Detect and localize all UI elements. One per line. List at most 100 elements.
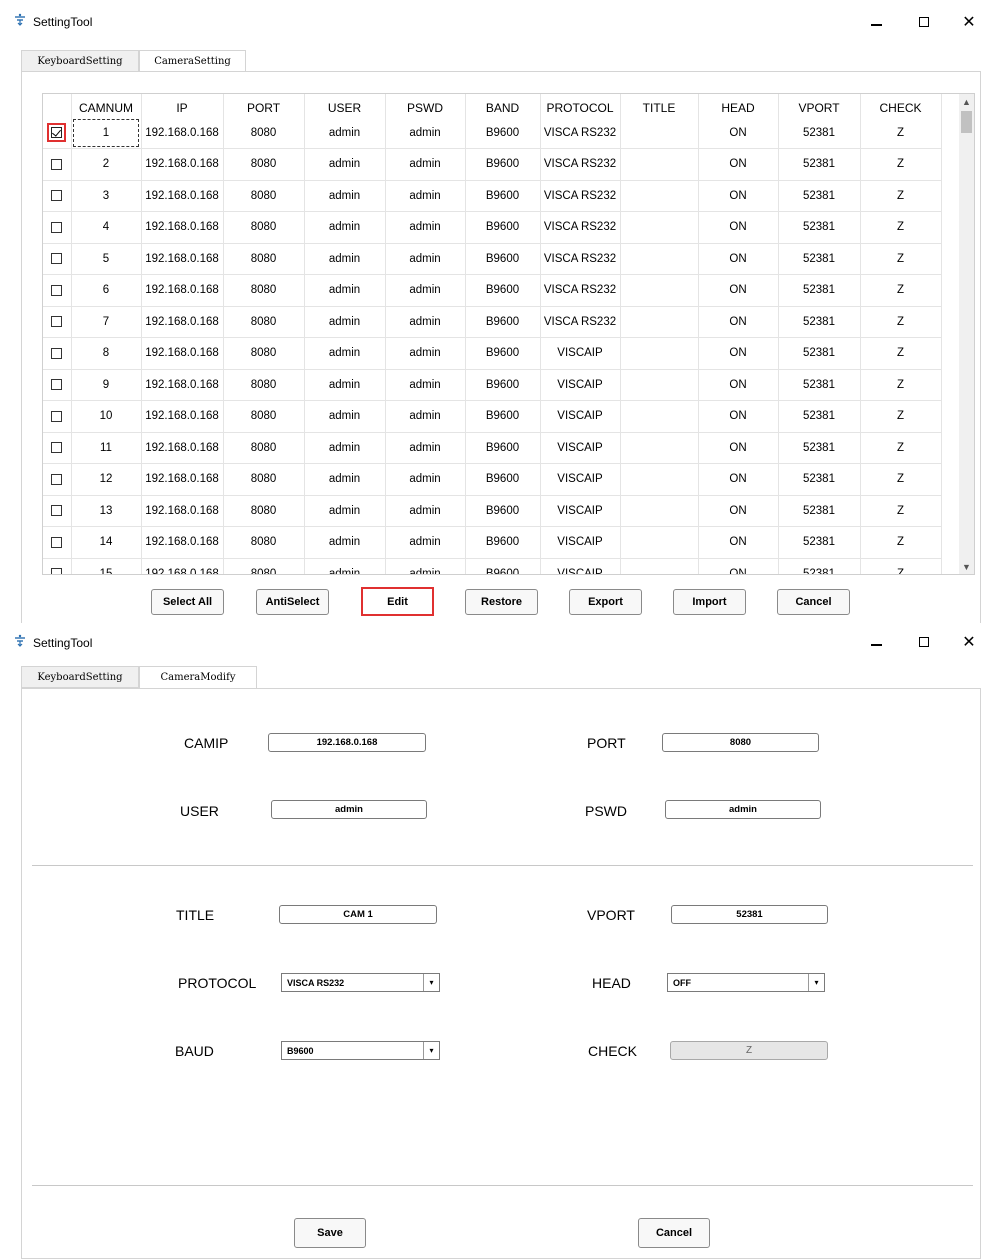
cell-user[interactable]: admin — [304, 306, 386, 338]
cell-vport[interactable]: 52381 — [778, 211, 861, 244]
cell-ip[interactable]: 192.168.0.168 — [141, 558, 224, 574]
cell-vport[interactable]: 52381 — [778, 117, 861, 149]
cell-ip[interactable]: 192.168.0.168 — [141, 180, 224, 212]
cell-protocol[interactable]: VISCA RS232 — [540, 306, 621, 338]
scroll-thumb[interactable] — [961, 111, 972, 133]
cell-port[interactable]: 8080 — [223, 117, 305, 149]
row-checkbox[interactable] — [51, 505, 63, 517]
cell-user[interactable]: admin — [304, 211, 386, 244]
cell-protocol[interactable]: VISCAIP — [540, 400, 621, 433]
cell-vport[interactable]: 52381 — [778, 432, 861, 464]
table-row[interactable]: 1 192.168.0.168 8080 admin admin B9600 VISCA R… — [43, 117, 942, 149]
column-header[interactable]: IP — [141, 94, 224, 117]
cell-check[interactable]: Z — [860, 463, 942, 496]
cell-camnum[interactable]: 13 — [71, 495, 142, 527]
cell-protocol[interactable]: VISCA RS232 — [540, 211, 621, 244]
table-row[interactable]: 6 192.168.0.168 8080 admin admin B9600 VISCA R… — [43, 274, 942, 307]
cell-band[interactable]: B9600 — [465, 400, 541, 433]
cell-port[interactable]: 8080 — [223, 558, 305, 574]
cell-pswd[interactable]: admin — [385, 558, 466, 574]
cell-user[interactable]: admin — [304, 274, 386, 307]
cell-protocol[interactable]: VISCA RS232 — [540, 243, 621, 275]
cell-vport[interactable]: 52381 — [778, 180, 861, 212]
cell-band[interactable]: B9600 — [465, 274, 541, 307]
cell-ip[interactable]: 192.168.0.168 — [141, 400, 224, 433]
cell-vport[interactable]: 52381 — [778, 400, 861, 433]
cell-check[interactable]: Z — [860, 526, 942, 559]
cell-title[interactable] — [620, 337, 699, 370]
cancel-button[interactable]: Cancel — [638, 1218, 710, 1248]
column-header[interactable]: PORT — [223, 94, 305, 117]
cell-pswd[interactable]: admin — [385, 148, 466, 181]
cell-user[interactable]: admin — [304, 400, 386, 433]
cell-head[interactable]: ON — [698, 526, 779, 559]
cell-protocol[interactable]: VISCAIP — [540, 558, 621, 574]
cell-port[interactable]: 8080 — [223, 148, 305, 181]
cell-ip[interactable]: 192.168.0.168 — [141, 148, 224, 181]
minimize-icon[interactable] — [861, 630, 891, 654]
table-row[interactable]: 10 192.168.0.168 8080 admin admin B9600 VISCAI… — [43, 400, 942, 433]
cell-check[interactable]: Z — [860, 495, 942, 527]
port-field[interactable]: 8080 — [662, 733, 819, 752]
cell-check[interactable]: Z — [860, 243, 942, 275]
cell-pswd[interactable]: admin — [385, 463, 466, 496]
cell-title[interactable] — [620, 558, 699, 574]
tab-keyboard-setting[interactable]: KeyboardSetting — [21, 666, 139, 688]
import-button[interactable]: Import — [673, 589, 746, 615]
row-checkbox[interactable] — [51, 127, 63, 138]
cell-head[interactable]: ON — [698, 400, 779, 433]
cell-ip[interactable]: 192.168.0.168 — [141, 274, 224, 307]
cell-pswd[interactable]: admin — [385, 337, 466, 370]
cancel-button[interactable]: Cancel — [777, 589, 850, 615]
cell-user[interactable]: admin — [304, 117, 386, 149]
cell-camnum[interactable]: 3 — [71, 180, 142, 212]
cell-title[interactable] — [620, 180, 699, 212]
cell-band[interactable]: B9600 — [465, 337, 541, 370]
cell-head[interactable]: ON — [698, 495, 779, 527]
cell-pswd[interactable]: admin — [385, 274, 466, 307]
cell-user[interactable]: admin — [304, 526, 386, 559]
cell-protocol[interactable]: VISCAIP — [540, 463, 621, 496]
cell-port[interactable]: 8080 — [223, 243, 305, 275]
cell-camnum[interactable]: 15 — [71, 558, 142, 574]
cell-title[interactable] — [620, 369, 699, 401]
cell-user[interactable]: admin — [304, 148, 386, 181]
cell-user[interactable]: admin — [304, 180, 386, 212]
cell-port[interactable]: 8080 — [223, 211, 305, 244]
cell-port[interactable]: 8080 — [223, 274, 305, 307]
column-header[interactable]: PROTOCOL — [540, 94, 621, 117]
cell-band[interactable]: B9600 — [465, 243, 541, 275]
chevron-down-icon[interactable]: ▾ — [423, 974, 439, 991]
vertical-scrollbar[interactable]: ▲ ▼ — [959, 94, 974, 574]
cell-band[interactable]: B9600 — [465, 463, 541, 496]
column-header[interactable]: PSWD — [385, 94, 466, 117]
cell-protocol[interactable]: VISCAIP — [540, 495, 621, 527]
cell-protocol[interactable]: VISCAIP — [540, 337, 621, 370]
maximize-icon[interactable] — [909, 630, 939, 654]
cell-ip[interactable]: 192.168.0.168 — [141, 337, 224, 370]
close-icon[interactable]: ✕ — [954, 630, 984, 654]
cell-ip[interactable]: 192.168.0.168 — [141, 369, 224, 401]
cell-camnum[interactable]: 2 — [71, 148, 142, 181]
cell-user[interactable]: admin — [304, 369, 386, 401]
cell-camnum[interactable]: 12 — [71, 463, 142, 496]
cell-vport[interactable]: 52381 — [778, 337, 861, 370]
cell-camnum[interactable]: 10 — [71, 400, 142, 433]
cell-head[interactable]: ON — [698, 337, 779, 370]
cell-head[interactable]: ON — [698, 463, 779, 496]
table-row[interactable]: 4 192.168.0.168 8080 admin admin B9600 VISCA R… — [43, 211, 942, 244]
column-header[interactable]: TITLE — [620, 94, 699, 117]
row-checkbox[interactable] — [51, 536, 63, 548]
cell-camnum[interactable]: 4 — [71, 211, 142, 244]
minimize-icon[interactable] — [861, 10, 891, 34]
cell-band[interactable]: B9600 — [465, 526, 541, 559]
cell-title[interactable] — [620, 117, 699, 149]
cell-vport[interactable]: 52381 — [778, 274, 861, 307]
cell-title[interactable] — [620, 211, 699, 244]
cell-vport[interactable]: 52381 — [778, 495, 861, 527]
cell-title[interactable] — [620, 148, 699, 181]
cell-vport[interactable]: 52381 — [778, 558, 861, 574]
cell-port[interactable]: 8080 — [223, 337, 305, 370]
row-checkbox[interactable] — [51, 221, 63, 233]
cell-title[interactable] — [620, 400, 699, 433]
